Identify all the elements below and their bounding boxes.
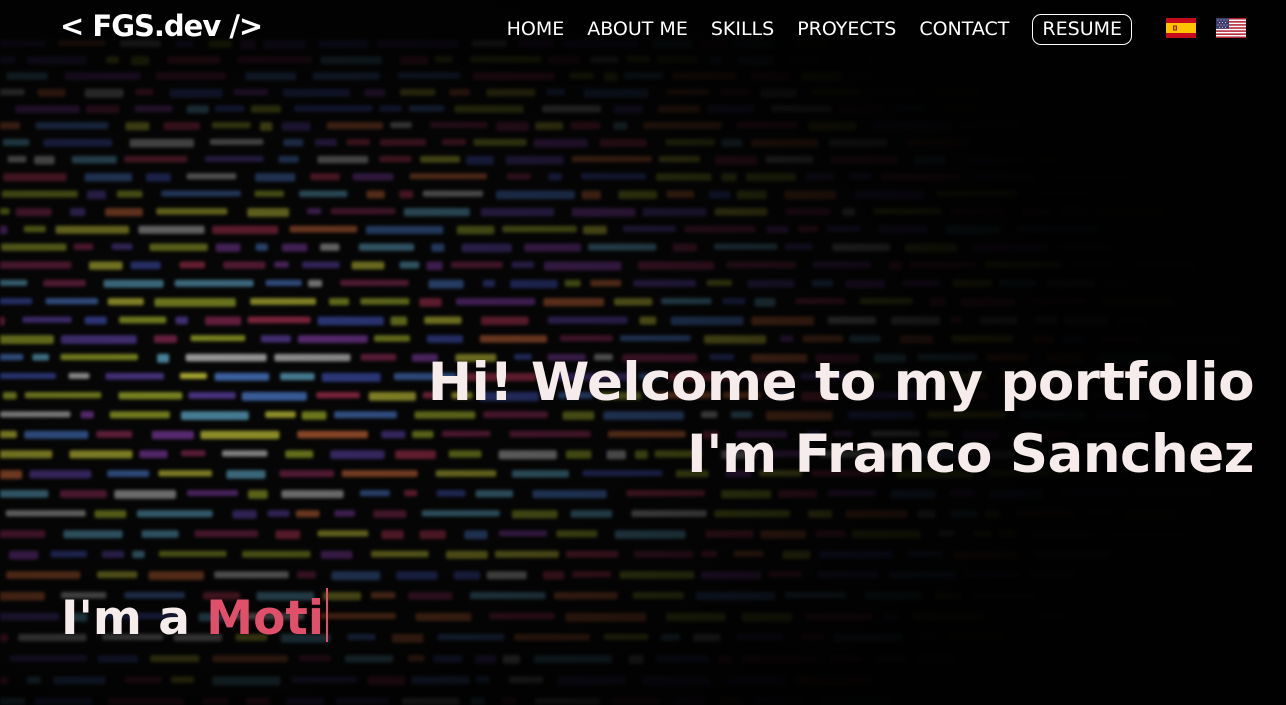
typed-role-text: I'm a Moti — [61, 588, 328, 650]
nav-link-proyects[interactable]: PROYECTS — [797, 13, 896, 45]
nav-link-home[interactable]: HOME — [507, 13, 565, 45]
nav-link-about-me[interactable]: ABOUT ME — [587, 13, 688, 45]
navbar: < FGS.dev /> HOME ABOUT ME SKILLS PROYEC… — [0, 0, 1286, 62]
site-logo[interactable]: < FGS.dev /> — [60, 9, 263, 43]
resume-button[interactable]: RESUME — [1032, 13, 1132, 45]
typed-prefix: I'm a — [61, 591, 207, 646]
usa-flag-icon[interactable] — [1216, 18, 1246, 38]
nav-link-skills[interactable]: SKILLS — [711, 13, 774, 45]
spain-flag-icon[interactable] — [1166, 18, 1196, 38]
hero-name-line: I'm Franco Sanchez — [687, 424, 1254, 485]
typing-cursor — [325, 588, 328, 642]
nav-link-contact[interactable]: CONTACT — [919, 13, 1009, 45]
nav-links: HOME ABOUT ME SKILLS PROYECTS CONTACT RE… — [484, 13, 1132, 45]
page: < FGS.dev /> HOME ABOUT ME SKILLS PROYEC… — [0, 0, 1286, 705]
hero-title: Hi! Welcome to my portfolio I'm Franco S… — [427, 347, 1255, 491]
typed-word: Moti — [206, 591, 324, 646]
hero-welcome-line: Hi! Welcome to my portfolio — [427, 352, 1255, 413]
